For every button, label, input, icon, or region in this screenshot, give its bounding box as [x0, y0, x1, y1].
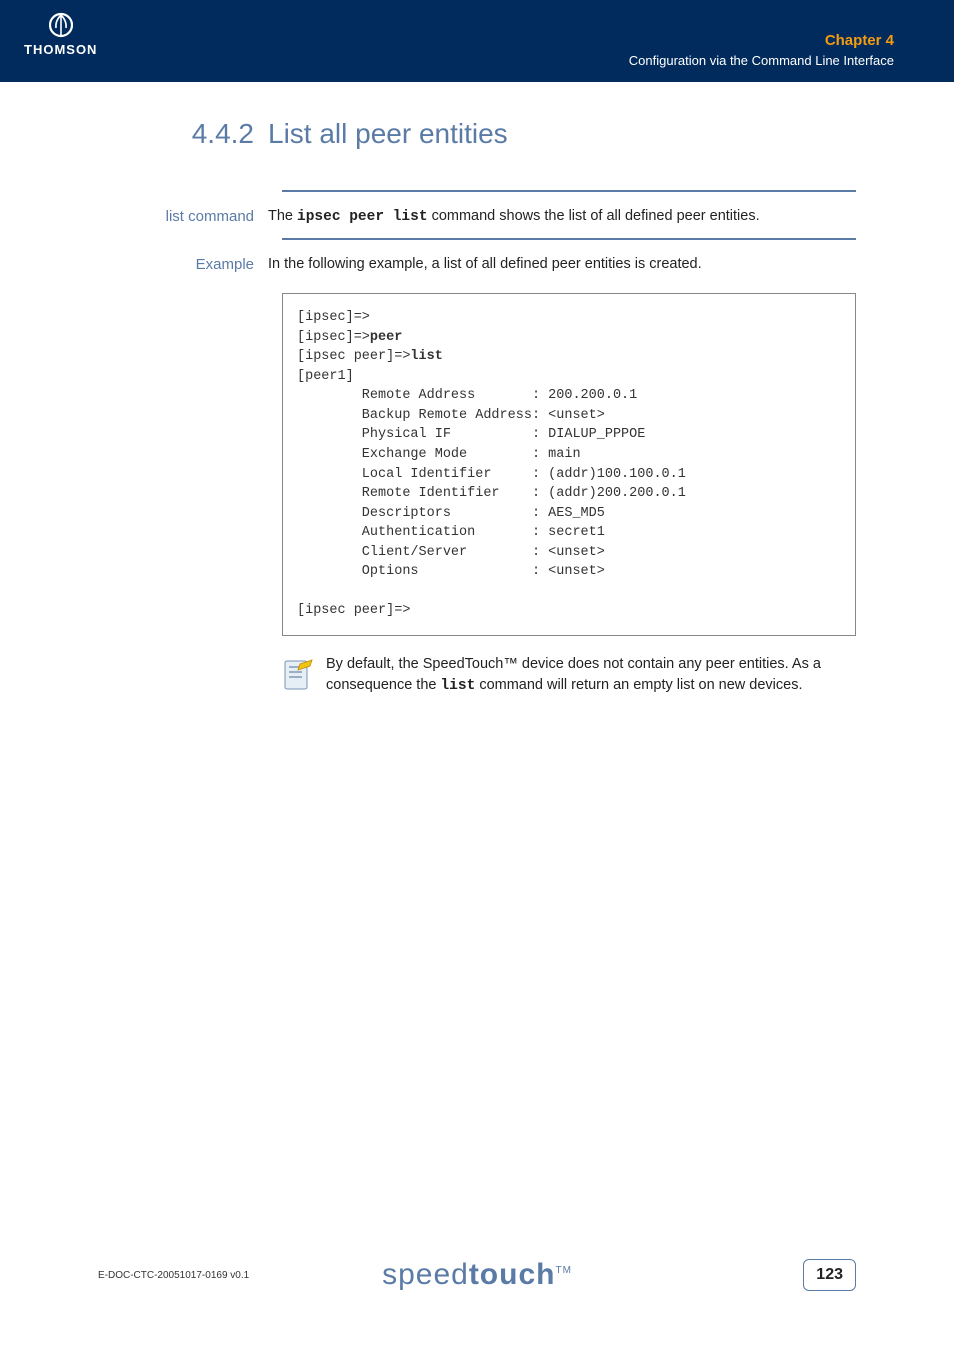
section-number: 4.4.2: [98, 118, 268, 150]
code-example: [ipsec]=> [ipsec]=>peer [ipsec peer]=>li…: [282, 293, 856, 636]
block-body: The ipsec peer list command shows the li…: [268, 206, 856, 228]
code-line: [peer1]: [297, 369, 354, 384]
code-line: Local Identifier : (addr)100.100.0.1: [297, 467, 686, 482]
page-number: 123: [803, 1259, 856, 1291]
note-text: By default, the SpeedTouch™ device does …: [326, 654, 856, 697]
inline-code: list: [440, 678, 475, 694]
note-block: By default, the SpeedTouch™ device does …: [282, 654, 856, 697]
code-line: Physical IF : DIALUP_PPPOE: [297, 427, 645, 442]
chapter-subtitle: Configuration via the Command Line Inter…: [629, 53, 894, 68]
code-line: Exchange Mode : main: [297, 447, 581, 462]
text: command will return an empty list on new…: [475, 677, 802, 693]
header-right: Chapter 4 Configuration via the Command …: [629, 32, 894, 68]
divider: [282, 238, 856, 240]
code-line: Client/Server : <unset>: [297, 545, 605, 560]
list-command-block: list command The ipsec peer list command…: [98, 206, 856, 228]
code-bold: list: [410, 349, 442, 364]
example-intro: In the following example, a list of all …: [268, 256, 702, 272]
code-line: Backup Remote Address: <unset>: [297, 408, 605, 423]
doc-reference: E-DOC-CTC-20051017-0169 v0.1: [98, 1270, 249, 1281]
code-bold: peer: [370, 330, 402, 345]
thomson-logo-icon: [49, 12, 73, 40]
brand-light: speed: [382, 1258, 469, 1291]
code-line: [ipsec peer]=>: [297, 349, 410, 364]
header-bar: THOMSON Chapter 4 Configuration via the …: [0, 0, 954, 82]
thomson-logo: THOMSON: [24, 12, 97, 57]
divider: [282, 190, 856, 192]
brand-tm: TM: [555, 1265, 571, 1276]
example-block: Example In the following example, a list…: [98, 254, 856, 275]
code-line: Remote Address : 200.200.0.1: [297, 388, 637, 403]
page-footer: E-DOC-CTC-20051017-0169 v0.1 speedtouchT…: [98, 1259, 856, 1291]
section-heading: 4.4.2 List all peer entities: [98, 118, 856, 150]
code-line: Remote Identifier : (addr)200.200.0.1: [297, 486, 686, 501]
chapter-label: Chapter 4: [629, 32, 894, 49]
code-line: [ipsec peer]=>: [297, 603, 410, 618]
section-title: List all peer entities: [268, 118, 508, 150]
block-label: list command: [98, 206, 268, 225]
code-line: Descriptors : AES_MD5: [297, 506, 605, 521]
brand-bold: touch: [469, 1258, 556, 1291]
code-line: [ipsec]=>: [297, 330, 370, 345]
brand-logo: speedtouchTM: [382, 1258, 572, 1292]
code-line: [ipsec]=>: [297, 310, 370, 325]
note-icon: [282, 654, 326, 697]
logo-text: THOMSON: [24, 42, 97, 57]
inline-code: ipsec peer list: [297, 209, 428, 225]
code-line: Authentication : secret1: [297, 525, 605, 540]
block-body: In the following example, a list of all …: [268, 254, 856, 275]
block-label: Example: [98, 254, 268, 273]
page-content: 4.4.2 List all peer entities list comman…: [98, 118, 856, 697]
text: command shows the list of all defined pe…: [428, 208, 760, 224]
text: The: [268, 208, 297, 224]
code-line: Options : <unset>: [297, 564, 605, 579]
